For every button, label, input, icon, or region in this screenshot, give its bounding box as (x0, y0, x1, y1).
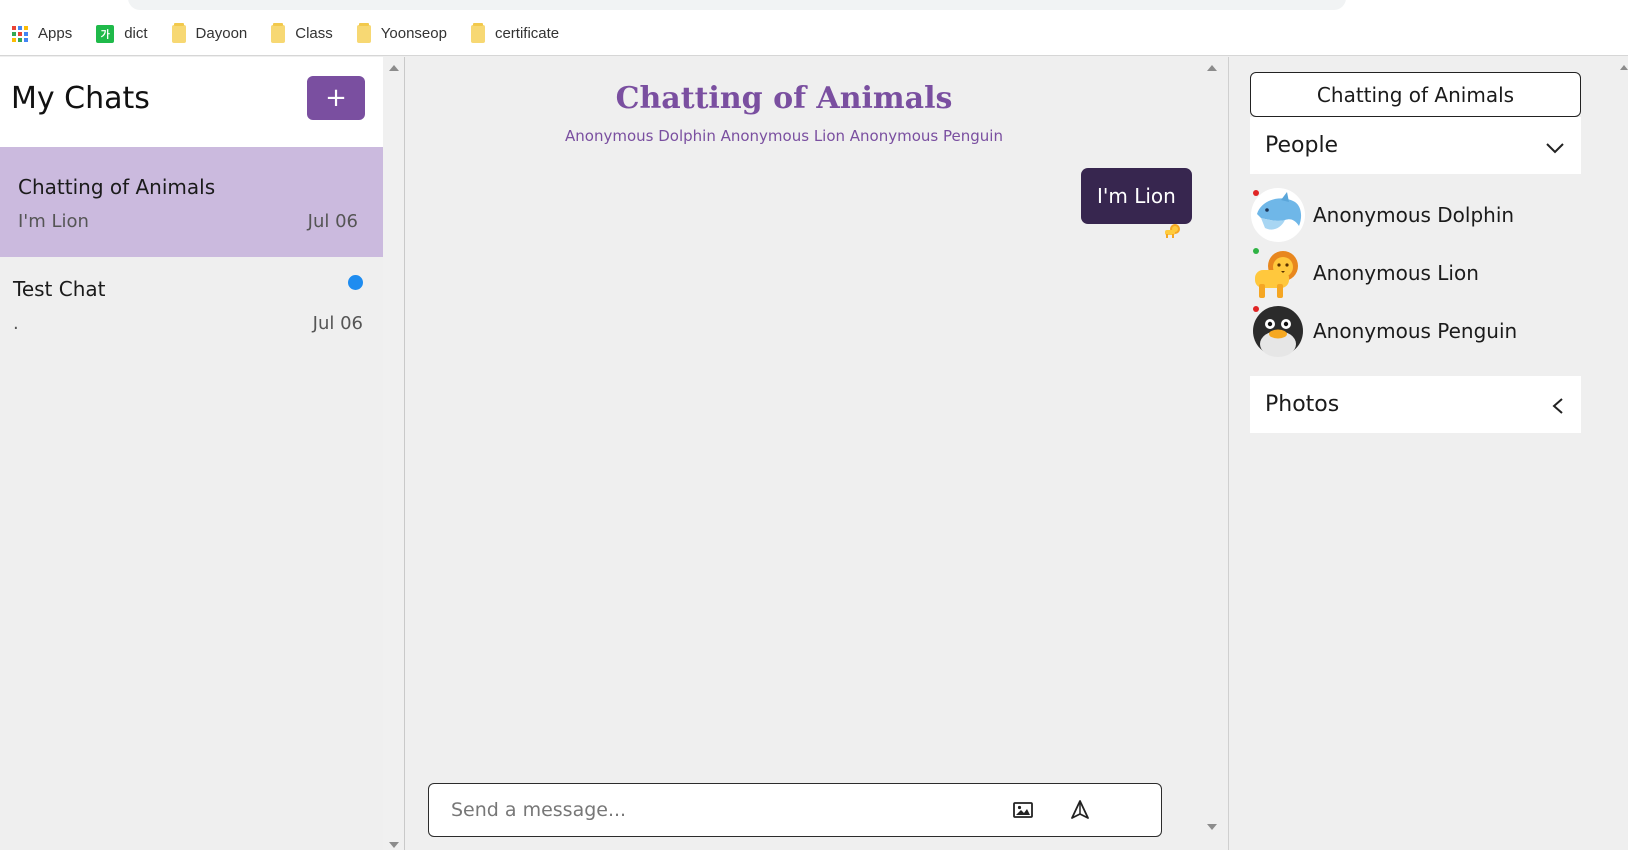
person-item[interactable]: Anonymous Dolphin (1251, 187, 1571, 243)
chevron-left-icon (1551, 396, 1565, 421)
status-dot-icon (1253, 190, 1259, 196)
photos-label: Photos (1265, 392, 1340, 417)
scroll-down-arrow-icon[interactable] (1207, 824, 1217, 830)
conversation-scrollbar[interactable] (1201, 57, 1223, 850)
person-name: Anonymous Penguin (1313, 319, 1518, 343)
chat-list-header: My Chats + (0, 57, 383, 147)
avatar (1251, 246, 1305, 300)
message-input[interactable] (451, 794, 971, 826)
chat-list-panel: My Chats + Chatting of Animals I'm Lion … (0, 57, 405, 850)
chat-item-last-message: . (13, 313, 19, 334)
message-text: I'm Lion (1097, 184, 1176, 208)
lion-icon (1255, 251, 1298, 298)
browser-toolbar (0, 0, 1628, 12)
bookmarks-bar: Apps 가 dict Dayoon Class Yoonseop certif… (0, 12, 1628, 56)
bookmark-label: Yoonseop (380, 25, 447, 42)
chat-item-last-message: I'm Lion (18, 211, 89, 232)
scroll-up-arrow-icon[interactable] (389, 65, 399, 71)
bookmark-dayoon[interactable]: Dayoon (171, 22, 248, 43)
add-chat-button[interactable]: + (307, 76, 365, 120)
dict-icon: 가 (96, 24, 115, 43)
people-section-header[interactable]: People (1250, 117, 1581, 174)
bookmark-class[interactable]: Class (271, 22, 333, 43)
bookmark-dict[interactable]: 가 dict (96, 24, 148, 43)
avatar (1251, 188, 1305, 242)
scroll-up-arrow-icon[interactable] (1620, 65, 1628, 70)
folder-icon (356, 22, 371, 43)
apps-grid-icon (12, 25, 28, 42)
chat-list-scrollbar[interactable] (383, 57, 405, 850)
bookmark-label: dict (124, 25, 148, 42)
person-name: Anonymous Lion (1313, 261, 1479, 285)
chat-item-date: Jul 06 (312, 313, 363, 334)
send-icon[interactable] (1069, 799, 1091, 821)
image-upload-icon[interactable] (1012, 800, 1034, 820)
bookmark-certificate[interactable]: certificate (470, 22, 560, 43)
chevron-down-icon (1545, 136, 1565, 161)
conversation-title: Chatting of Animals (615, 81, 953, 116)
conversation-panel: Chatting of Animals Anonymous Dolphin An… (405, 57, 1229, 850)
unread-dot-icon (348, 275, 363, 290)
scroll-down-arrow-icon[interactable] (389, 842, 399, 848)
folder-icon (470, 22, 485, 43)
message-composer (428, 783, 1162, 837)
penguin-icon (1253, 306, 1303, 357)
folder-icon (171, 22, 186, 43)
bookmark-apps[interactable]: Apps (12, 25, 72, 42)
bookmark-label: Class (295, 25, 333, 42)
chat-list-item[interactable]: Chatting of Animals I'm Lion Jul 06 (0, 147, 383, 257)
page-title: My Chats (11, 81, 150, 116)
folder-icon (271, 22, 286, 43)
person-item[interactable]: Anonymous Penguin (1251, 303, 1571, 359)
chat-name-heading: Chatting of Animals (1250, 72, 1581, 117)
avatar (1251, 304, 1305, 358)
photos-section-header[interactable]: Photos (1250, 376, 1581, 433)
message-bubble[interactable]: I'm Lion (1081, 168, 1192, 224)
chat-item-title: Chatting of Animals (18, 175, 216, 199)
chat-item-date: Jul 06 (307, 211, 358, 232)
people-label: People (1265, 133, 1339, 158)
status-dot-icon (1253, 306, 1259, 312)
scroll-up-arrow-icon[interactable] (1207, 65, 1217, 71)
person-name: Anonymous Dolphin (1313, 203, 1515, 227)
dolphin-icon (1251, 188, 1305, 242)
lion-icon (1163, 223, 1183, 243)
person-item[interactable]: Anonymous Lion (1251, 245, 1571, 301)
bookmark-label: Dayoon (195, 25, 248, 42)
chat-item-title: Test Chat (13, 277, 106, 301)
chat-details-panel: Chatting of Animals People Anonymous Dol… (1229, 57, 1628, 850)
bookmark-yoonseop[interactable]: Yoonseop (356, 22, 447, 43)
conversation-members: Anonymous Dolphin Anonymous Lion Anonymo… (565, 127, 1003, 145)
chat-list-item[interactable]: Test Chat . Jul 06 (0, 249, 383, 359)
address-bar[interactable] (128, 0, 1346, 10)
bookmark-label: Apps (38, 25, 73, 42)
status-dot-icon (1253, 248, 1259, 254)
bookmark-label: certificate (494, 25, 560, 42)
